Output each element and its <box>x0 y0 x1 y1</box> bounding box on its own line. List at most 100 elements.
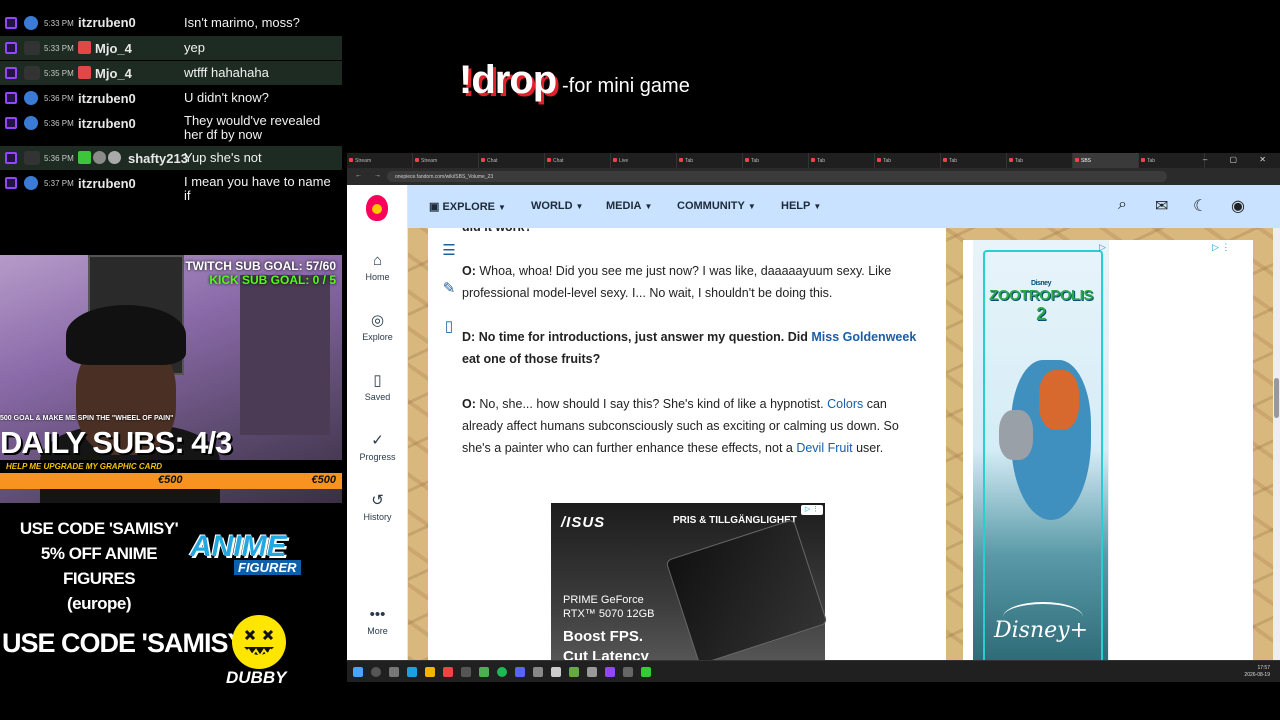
right-rail: Disney ZOOTROPOLIS 2 Disney+ ▷ ▷ ⋮ <box>963 240 1253 660</box>
browser-tab[interactable]: Tab <box>1139 153 1205 168</box>
chat-time: 5:33 PM <box>44 44 74 53</box>
link-colors[interactable]: Colors <box>827 397 863 411</box>
search-icon[interactable]: ⌕ <box>1118 196 1127 214</box>
scroll-thumb[interactable] <box>1274 378 1279 418</box>
browser-tab[interactable]: Stream <box>413 153 479 168</box>
promo-code-anime: USE CODE 'SAMISY' 5% OFF ANIME FIGURES (… <box>4 516 194 616</box>
browser-tab[interactable]: Chat <box>479 153 545 168</box>
app-icon[interactable] <box>461 667 471 677</box>
drop-command: !drop <box>459 58 557 102</box>
browser-tab[interactable]: Tab <box>941 153 1007 168</box>
browser-tab-active[interactable]: SBS <box>1073 153 1139 168</box>
edge-icon[interactable] <box>407 667 417 677</box>
app-icon[interactable] <box>569 667 579 677</box>
promo-line: 5% OFF ANIME FIGURES <box>40 544 158 588</box>
wall-poster <box>240 275 330 435</box>
dark-mode-icon[interactable]: ☾ <box>1193 196 1207 216</box>
chat-text: I mean you have to name if <box>184 174 331 203</box>
discord-icon[interactable] <box>515 667 525 677</box>
chevron-down-icon: ▼ <box>644 202 653 211</box>
chat-username: Mjo_4 <box>95 66 132 81</box>
start-icon[interactable] <box>353 667 363 677</box>
paragraph-text: No time for introductions, just answer m… <box>478 330 808 344</box>
bookmark-icon[interactable]: ▯ <box>439 317 459 335</box>
chat-time: 5:36 PM <box>44 119 74 128</box>
menu-label: COMMUNITY <box>677 200 745 212</box>
browser-tab[interactable]: Tab <box>875 153 941 168</box>
menu-explore[interactable]: ▣ EXPLORE ▼ <box>429 200 506 213</box>
chat-message: 5:37 PM itzruben0 I mean you have to nam… <box>0 171 342 207</box>
clock-time: 17:57 <box>1257 665 1270 671</box>
nav-label: Explore <box>362 332 393 342</box>
page-scrollbar[interactable] <box>1273 228 1280 660</box>
nav-home[interactable]: ⌂ Home <box>347 252 408 283</box>
logo-sub: FIGURER <box>234 560 301 575</box>
nav-history[interactable]: ↺ History <box>347 493 408 523</box>
account-icon[interactable]: ◉ <box>1231 196 1245 216</box>
menu-label: EXPLORE <box>442 201 496 213</box>
app-icon[interactable] <box>479 667 489 677</box>
link-devil-fruit[interactable]: Devil Fruit <box>796 441 852 455</box>
browser-tab[interactable]: Tab <box>1007 153 1073 168</box>
menu-help[interactable]: HELP ▼ <box>781 200 821 212</box>
app-icon[interactable] <box>587 667 597 677</box>
chrome-icon[interactable] <box>443 667 453 677</box>
menu-community[interactable]: COMMUNITY ▼ <box>677 200 756 212</box>
spotify-icon[interactable] <box>497 667 507 677</box>
chat-text: Isn't marimo, moss? <box>184 15 300 30</box>
check-badge-icon <box>78 151 91 164</box>
nav-label: History <box>363 512 392 522</box>
menu-world[interactable]: WORLD ▼ <box>531 200 583 212</box>
speaker: O: <box>462 264 476 278</box>
fandom-logo-icon[interactable] <box>366 195 388 221</box>
menu-media[interactable]: MEDIA ▼ <box>606 200 652 212</box>
adchoices-icon[interactable]: ▷ ⋮ <box>1212 242 1230 253</box>
explorer-icon[interactable] <box>425 667 435 677</box>
twitch-icon <box>5 92 17 104</box>
nav-explore[interactable]: ◎ Explore <box>347 312 408 343</box>
taskbar-clock[interactable]: 17:57 2026-08-19 <box>1244 665 1270 679</box>
toc-icon[interactable]: ☰ <box>439 241 459 259</box>
url-field[interactable]: onepiece.fandom.com/wiki/SBS_Volume_23 <box>387 171 1167 182</box>
ad-model-line: PRIME GeForce <box>563 594 644 606</box>
app-icon[interactable] <box>623 667 633 677</box>
nav-progress[interactable]: ✓ Progress <box>347 433 408 463</box>
app-icon[interactable] <box>641 667 651 677</box>
twitch-icon <box>5 42 17 54</box>
nav-more[interactable]: ••• More <box>347 607 408 637</box>
link-miss-goldenweek[interactable]: Miss Goldenweek <box>811 330 916 344</box>
browser-tab[interactable]: Live <box>611 153 677 168</box>
ad-model-line: RTX™ 5070 12GB <box>563 608 655 620</box>
discussions-icon[interactable]: ✉ <box>1155 196 1168 216</box>
donation-goal-bar: €500 €500 <box>0 473 342 489</box>
avatar <box>24 41 40 55</box>
promo-line: USE CODE 'SAMISY' <box>19 519 179 538</box>
adchoices-icon[interactable]: ▷ ⋮ <box>801 505 823 515</box>
menu-label: WORLD <box>531 200 573 212</box>
nav-saved[interactable]: ▯ Saved <box>347 373 408 403</box>
taskview-icon[interactable] <box>389 667 399 677</box>
windows-taskbar: 17:57 2026-08-19 <box>347 660 1280 682</box>
menu-label: HELP <box>781 200 811 212</box>
home-icon: ⌂ <box>372 252 383 269</box>
browser-tab[interactable]: Chat <box>545 153 611 168</box>
obs-icon[interactable] <box>605 667 615 677</box>
window-controls[interactable]: – ▢ ✕ <box>1203 155 1276 164</box>
edit-icon[interactable]: ✎ <box>439 279 459 297</box>
compass-icon: ◎ <box>370 312 385 329</box>
zootropolis-ad[interactable]: Disney ZOOTROPOLIS 2 Disney+ ▷ <box>963 240 1109 660</box>
search-icon[interactable] <box>371 667 381 677</box>
browser-tab[interactable]: Tab <box>677 153 743 168</box>
adchoices-icon[interactable]: ▷ <box>1099 242 1106 253</box>
app-icon[interactable] <box>533 667 543 677</box>
browser-tab[interactable]: Stream <box>347 153 413 168</box>
browser-tab[interactable]: Tab <box>743 153 809 168</box>
stream-layout: 5:33 PM itzruben0 Isn't marimo, moss? 5:… <box>0 0 1280 720</box>
settings-icon[interactable] <box>551 667 561 677</box>
chat-message: 5:33 PM Mjo_4 yep <box>0 36 342 60</box>
bunny-character <box>999 410 1033 460</box>
browser-tab[interactable]: Tab <box>809 153 875 168</box>
twitch-icon <box>5 17 17 29</box>
asus-ad[interactable]: /ISUS PRIS & TILLGÄNGLIGHET PRIME GeForc… <box>551 503 828 660</box>
chat-text: U didn't know? <box>184 90 269 105</box>
